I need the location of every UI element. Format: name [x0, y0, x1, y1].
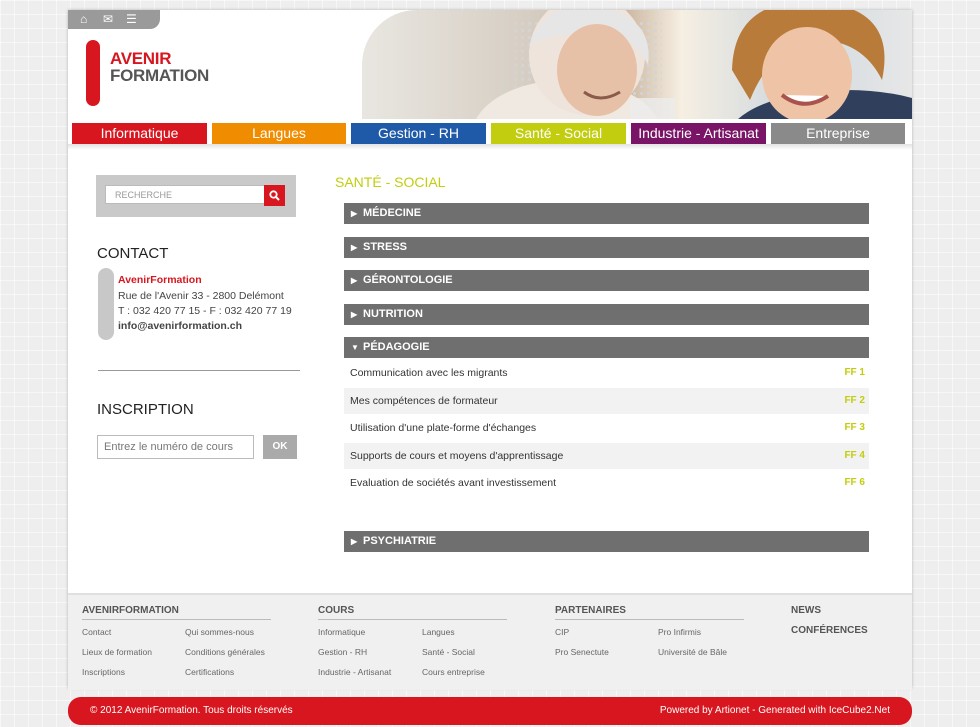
footer-link[interactable]: Inscriptions	[82, 667, 125, 677]
top-icons-bar: ⌂ ✉ ☰	[68, 10, 160, 29]
logo-line2[interactable]: FORMATION	[110, 66, 209, 86]
footer-link[interactable]: Pro Senectute	[555, 647, 609, 657]
course-row[interactable]: Utilisation d'une plate-forme d'échanges…	[344, 415, 869, 441]
footer-divider	[555, 619, 744, 620]
course-code: FF 3	[844, 422, 865, 433]
footer-link[interactable]: Santé - Social	[422, 647, 475, 657]
course-title: Evaluation de sociétés avant investissem…	[350, 477, 557, 489]
course-code: FF 6	[844, 477, 865, 488]
category-medecine[interactable]: ▶ MÉDECINE	[344, 203, 869, 224]
category-nutrition[interactable]: ▶ NUTRITION	[344, 304, 869, 325]
search-icon	[269, 189, 280, 201]
course-row[interactable]: Communication avec les migrants FF 1	[344, 360, 869, 386]
ok-button[interactable]: OK	[263, 435, 297, 459]
footer-link[interactable]: Informatique	[318, 627, 365, 637]
nav-sante-social[interactable]: Santé - Social	[491, 123, 626, 144]
category-label: STRESS	[363, 241, 408, 253]
footer-title-partenaires: PARTENAIRES	[555, 605, 626, 616]
category-label: PÉDAGOGIE	[363, 341, 430, 353]
home-icon[interactable]: ⌂	[80, 12, 87, 26]
contact-address: Rue de l'Avenir 33 - 2800 Delémont	[118, 290, 284, 302]
course-row[interactable]: Supports de cours et moyens d'apprentiss…	[344, 443, 869, 469]
footer-link[interactable]: Contact	[82, 627, 111, 637]
footer-link[interactable]: Industrie - Artisanat	[318, 667, 391, 677]
expand-arrow-icon: ▶	[351, 276, 358, 285]
footer-title-avenirformation: AVENIRFORMATION	[82, 605, 179, 616]
contact-name: AvenirFormation	[118, 274, 202, 286]
section-title: SANTÉ - SOCIAL	[335, 174, 446, 190]
footer-link[interactable]: Certifications	[185, 667, 234, 677]
footer-link-news[interactable]: NEWS	[791, 605, 821, 616]
nav-gestion-rh[interactable]: Gestion - RH	[351, 123, 486, 144]
collapse-arrow-icon: ▼	[351, 343, 359, 352]
course-row[interactable]: Mes compétences de formateur FF 2	[344, 388, 869, 414]
mail-icon[interactable]: ✉	[103, 12, 113, 26]
footer-link-conferences[interactable]: CONFÉRENCES	[791, 625, 868, 636]
sidebar-divider	[98, 370, 300, 371]
course-number-input[interactable]: Entrez le numéro de cours	[97, 435, 254, 459]
footer-link[interactable]: Conditions générales	[185, 647, 265, 657]
expand-arrow-icon: ▶	[351, 537, 358, 546]
footer-divider	[82, 619, 271, 620]
search-box: RECHERCHE	[96, 175, 296, 217]
footer-link[interactable]: Cours entreprise	[422, 667, 485, 677]
expand-arrow-icon: ▶	[351, 310, 358, 319]
category-label: MÉDECINE	[363, 207, 422, 219]
category-gerontologie[interactable]: ▶ GÉRONTOLOGIE	[344, 270, 869, 291]
footer: AVENIRFORMATION Contact Qui sommes-nous …	[68, 593, 912, 690]
category-pedagogie[interactable]: ▼ PÉDAGOGIE	[344, 337, 869, 358]
footer-link[interactable]: Langues	[422, 627, 455, 637]
expand-arrow-icon: ▶	[351, 243, 358, 252]
course-title: Mes compétences de formateur	[350, 395, 498, 407]
hero-people-illustration	[476, 10, 912, 119]
powered-by-text[interactable]: Powered by Artionet - Generated with Ice…	[660, 697, 890, 725]
nav-informatique[interactable]: Informatique	[72, 123, 207, 144]
category-psychiatrie[interactable]: ▶ PSYCHIATRIE	[344, 531, 869, 552]
contact-title: CONTACT	[97, 245, 169, 262]
footer-link[interactable]: CIP	[555, 627, 569, 637]
course-code: FF 4	[844, 450, 865, 461]
nav-shadow	[68, 144, 912, 150]
course-code: FF 2	[844, 395, 865, 406]
footer-link[interactable]: Pro Infirmis	[658, 627, 701, 637]
nav-entreprise[interactable]: Entreprise	[771, 123, 905, 144]
footer-divider	[318, 619, 507, 620]
course-code: FF 1	[844, 367, 865, 378]
bottom-bar: © 2012 AvenirFormation. Tous droits rése…	[68, 697, 912, 725]
contact-phone: T : 032 420 77 15 - F : 032 420 77 19	[118, 305, 292, 317]
footer-link[interactable]: Lieux de formation	[82, 647, 152, 657]
category-stress[interactable]: ▶ STRESS	[344, 237, 869, 258]
inscription-title: INSCRIPTION	[97, 401, 194, 418]
copyright-text: © 2012 AvenirFormation. Tous droits rése…	[90, 705, 293, 716]
course-title: Supports de cours et moyens d'apprentiss…	[350, 450, 564, 462]
search-button[interactable]	[264, 185, 285, 206]
nav-industrie-artisanat[interactable]: Industrie - Artisanat	[631, 123, 766, 144]
footer-link[interactable]: Gestion - RH	[318, 647, 367, 657]
expand-arrow-icon: ▶	[351, 209, 358, 218]
search-input[interactable]: RECHERCHE	[105, 185, 273, 204]
course-title: Communication avec les migrants	[350, 367, 508, 379]
footer-link[interactable]: Qui sommes-nous	[185, 627, 254, 637]
course-row[interactable]: Evaluation de sociétés avant investissem…	[344, 470, 869, 496]
contact-email[interactable]: info@avenirformation.ch	[118, 320, 242, 332]
logo-mark	[86, 40, 100, 106]
page-container: ⌂ ✉ ☰ AVENIR FORMATION Informatique Lang…	[68, 10, 912, 690]
category-label: PSYCHIATRIE	[363, 535, 437, 547]
contact-decoration-bar	[98, 268, 114, 340]
footer-title-cours: COURS	[318, 605, 355, 616]
footer-link[interactable]: Université de Bâle	[658, 647, 727, 657]
category-label: GÉRONTOLOGIE	[363, 274, 453, 286]
course-title: Utilisation d'une plate-forme d'échanges	[350, 422, 537, 434]
nav-langues[interactable]: Langues	[212, 123, 346, 144]
category-label: NUTRITION	[363, 308, 423, 320]
sitemap-icon[interactable]: ☰	[126, 12, 137, 26]
hero-banner-image	[362, 10, 912, 119]
